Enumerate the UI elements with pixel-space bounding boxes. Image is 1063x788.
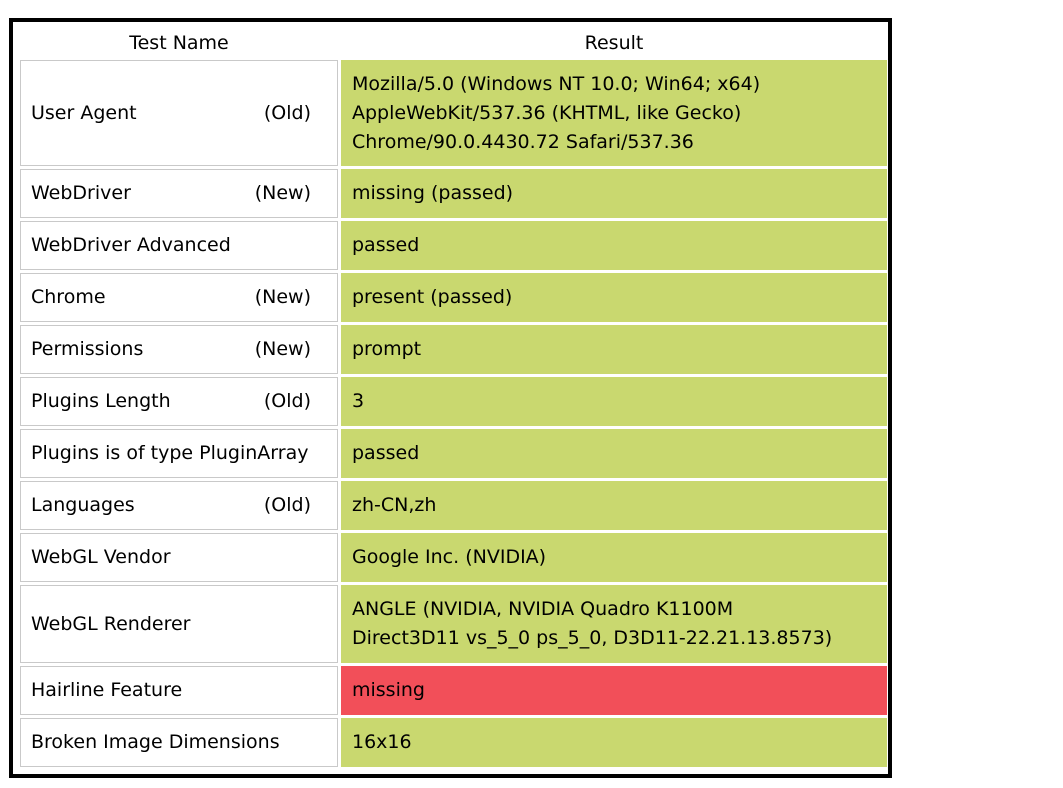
test-name: Broken Image Dimensions bbox=[31, 731, 280, 753]
test-name-cell: Plugins Length (Old) bbox=[20, 377, 338, 426]
table-row: Permissions (New) prompt bbox=[20, 325, 887, 374]
result-cell: missing (passed) bbox=[341, 169, 887, 218]
result-cell: ANGLE (NVIDIA, NVIDIA Quadro K1100M Dire… bbox=[341, 585, 887, 663]
test-version-tag: (Old) bbox=[263, 494, 311, 516]
test-name-cell: WebDriver Advanced bbox=[20, 221, 338, 270]
result-line: Mozilla/5.0 (Windows NT 10.0; Win64; x64… bbox=[352, 72, 761, 95]
result-header: Result bbox=[584, 32, 644, 54]
table-row: WebDriver Advanced passed bbox=[20, 221, 887, 270]
result-cell: passed bbox=[341, 221, 887, 270]
test-version-tag: (Old) bbox=[263, 390, 311, 412]
test-name-cell: WebGL Vendor bbox=[20, 533, 338, 582]
result-cell: present (passed) bbox=[341, 273, 887, 322]
test-name: User Agent bbox=[31, 101, 137, 124]
result-line: AppleWebKit/537.36 (KHTML, like Gecko) bbox=[352, 101, 742, 124]
test-version-tag: (New) bbox=[254, 182, 311, 204]
test-name: Hairline Feature bbox=[31, 679, 183, 701]
result-line: ANGLE (NVIDIA, NVIDIA Quadro K1100M bbox=[352, 598, 734, 620]
result-cell: Mozilla/5.0 (Windows NT 10.0; Win64; x64… bbox=[341, 60, 887, 166]
result-cell: 16x16 bbox=[341, 718, 887, 767]
table-row: WebGL Vendor Google Inc. (NVIDIA) bbox=[20, 533, 887, 582]
table-row: Plugins Length (Old) 3 bbox=[20, 377, 887, 426]
test-name: Permissions bbox=[31, 338, 144, 360]
test-name-cell: WebGL Renderer bbox=[20, 585, 338, 663]
test-name: Plugins is of type PluginArray bbox=[31, 442, 309, 464]
fingerprint-results-table: Test Name Result User Agent (Old) Mozill… bbox=[17, 26, 890, 770]
test-name: WebDriver bbox=[31, 182, 131, 204]
table-row: WebGL Renderer ANGLE (NVIDIA, NVIDIA Qua… bbox=[20, 585, 887, 663]
test-name-cell: Permissions (New) bbox=[20, 325, 338, 374]
table-row: Chrome (New) present (passed) bbox=[20, 273, 887, 322]
test-name-header: Test Name bbox=[129, 32, 229, 54]
table-row: WebDriver (New) missing (passed) bbox=[20, 169, 887, 218]
test-name: WebDriver Advanced bbox=[31, 234, 231, 256]
test-version-tag: (Old) bbox=[263, 101, 311, 124]
test-version-tag: (New) bbox=[254, 286, 311, 308]
test-name-cell: WebDriver (New) bbox=[20, 169, 338, 218]
test-name-cell: Hairline Feature bbox=[20, 666, 338, 715]
test-name: WebGL Vendor bbox=[31, 546, 171, 568]
table-row: Languages (Old) zh-CN,zh bbox=[20, 481, 887, 530]
result-cell: 3 bbox=[341, 377, 887, 426]
result-cell: missing bbox=[341, 666, 887, 715]
results-frame: Test Name Result User Agent (Old) Mozill… bbox=[9, 18, 892, 778]
table-row: Hairline Feature missing bbox=[20, 666, 887, 715]
test-name: Chrome bbox=[31, 286, 106, 308]
test-name-cell: Plugins is of type PluginArray bbox=[20, 429, 338, 478]
table-row: User Agent (Old) Mozilla/5.0 (Windows NT… bbox=[20, 60, 887, 166]
test-name-cell: Chrome (New) bbox=[20, 273, 338, 322]
result-line: Direct3D11 vs_5_0 ps_5_0, D3D11-22.21.13… bbox=[352, 627, 833, 649]
test-name-cell: Broken Image Dimensions bbox=[20, 718, 338, 767]
result-line: Chrome/90.0.4430.72 Safari/537.36 bbox=[352, 130, 694, 153]
table-row: Broken Image Dimensions 16x16 bbox=[20, 718, 887, 767]
test-name-cell: User Agent (Old) bbox=[20, 60, 338, 166]
test-name: WebGL Renderer bbox=[31, 612, 191, 635]
result-cell: passed bbox=[341, 429, 887, 478]
test-name-cell: Languages (Old) bbox=[20, 481, 338, 530]
result-cell: Google Inc. (NVIDIA) bbox=[341, 533, 887, 582]
result-cell: prompt bbox=[341, 325, 887, 374]
table-header-row: Test Name Result bbox=[20, 29, 887, 57]
test-name: Languages bbox=[31, 494, 135, 516]
test-name: Plugins Length bbox=[31, 390, 171, 412]
test-version-tag: (New) bbox=[254, 338, 311, 360]
table-row: Plugins is of type PluginArray passed bbox=[20, 429, 887, 478]
result-cell: zh-CN,zh bbox=[341, 481, 887, 530]
